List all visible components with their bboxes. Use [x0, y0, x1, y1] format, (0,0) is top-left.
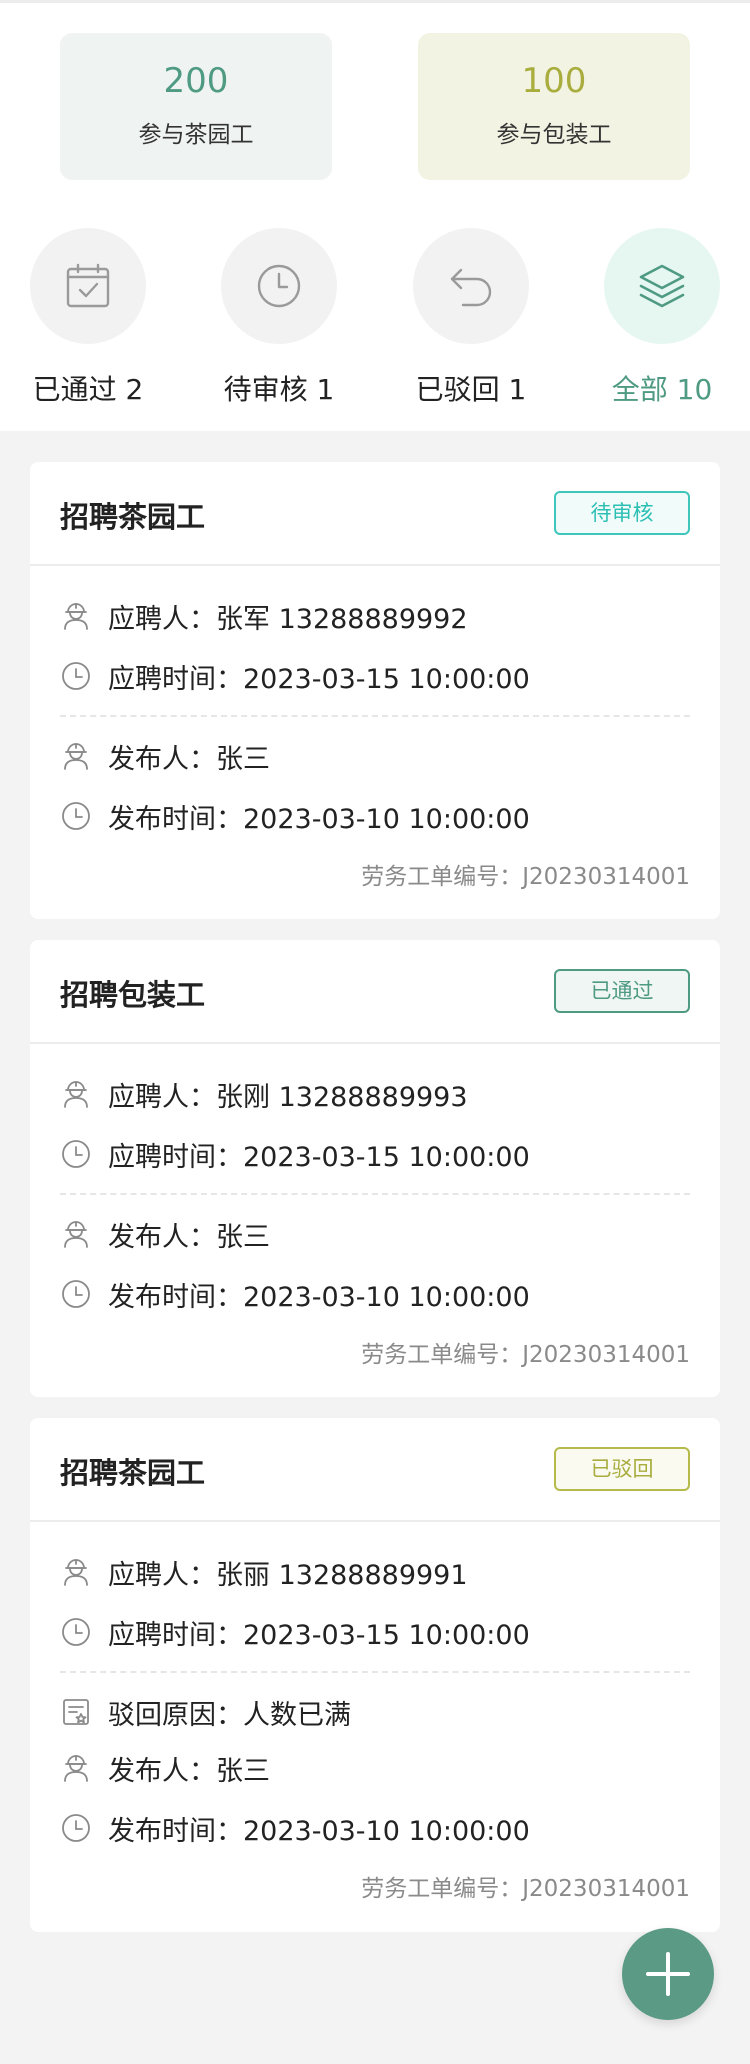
application-card[interactable]: 招聘茶园工 待审核 应聘人：张军 13288889992 应聘时间：2023-0… [30, 462, 720, 919]
clock-icon [60, 800, 92, 832]
document-icon [60, 1696, 92, 1728]
filter-rejected-label: 已驳回 1 [415, 373, 527, 406]
pack-worker-stat[interactable]: 100 参与包装工 [418, 33, 690, 180]
publisher-row: 发布人：张三 [60, 1214, 270, 1254]
applicant-text: 应聘人：张军 13288889992 [108, 603, 468, 635]
calendar-check-icon [66, 263, 110, 308]
card-header: 招聘茶园工 待审核 [30, 462, 720, 566]
clock-icon [60, 1278, 92, 1310]
publisher-row: 发布人：张三 [60, 736, 270, 776]
publish-time-text: 发布时间：2023-03-10 10:00:00 [108, 803, 530, 835]
apply-time-row: 应聘时间：2023-03-15 10:00:00 [60, 656, 530, 696]
application-card[interactable]: 招聘包装工 已通过 应聘人：张刚 13288889993 应聘时间：2023-0… [30, 940, 720, 1397]
worker-icon [60, 1218, 92, 1250]
order-number: 劳务工单编号：J20230314001 [361, 864, 690, 890]
applicant-row: 应聘人：张刚 13288889993 [60, 1074, 468, 1114]
status-badge: 已驳回 [554, 1447, 690, 1491]
tea-worker-count: 200 [163, 61, 229, 101]
publish-time-row: 发布时间：2023-03-10 10:00:00 [60, 796, 530, 836]
apply-time-text: 应聘时间：2023-03-15 10:00:00 [108, 663, 530, 695]
filter-pending-label: 待审核 1 [223, 373, 335, 406]
publish-time-text: 发布时间：2023-03-10 10:00:00 [108, 1815, 530, 1847]
applicant-row: 应聘人：张丽 13288889991 [60, 1552, 468, 1592]
worker-icon [60, 600, 92, 632]
filter-pending-circle[interactable] [221, 228, 337, 344]
worker-icon [60, 1752, 92, 1784]
status-badge: 已通过 [554, 969, 690, 1013]
add-button[interactable] [622, 1928, 714, 2020]
application-card[interactable]: 招聘茶园工 已驳回 应聘人：张丽 13288889991 应聘时间：2023-0… [30, 1418, 720, 1932]
applicant-row: 应聘人：张军 13288889992 [60, 596, 468, 636]
filter-rejected-circle[interactable] [413, 228, 529, 344]
card-header: 招聘包装工 已通过 [30, 940, 720, 1044]
clock-icon [257, 264, 301, 308]
order-number: 劳务工单编号：J20230314001 [361, 1876, 690, 1902]
filter-passed-circle[interactable] [30, 228, 146, 344]
tea-worker-stat[interactable]: 200 参与茶园工 [60, 33, 332, 180]
publisher-text: 发布人：张三 [108, 1221, 270, 1253]
filter-pending[interactable]: 待审核 1 [199, 228, 359, 408]
publish-time-row: 发布时间：2023-03-10 10:00:00 [60, 1274, 530, 1314]
card-header: 招聘茶园工 已驳回 [30, 1418, 720, 1522]
filter-all-label: 全部 10 [611, 373, 713, 406]
apply-time-row: 应聘时间：2023-03-15 10:00:00 [60, 1612, 530, 1652]
pack-worker-count: 100 [521, 61, 587, 101]
status-badge: 待审核 [554, 491, 690, 535]
worker-icon [60, 1078, 92, 1110]
divider [60, 1671, 690, 1673]
reject-reason-text: 驳回原因：人数已满 [108, 1699, 351, 1731]
filter-rejected[interactable]: 已驳回 1 [391, 228, 551, 408]
card-title: 招聘茶园工 [60, 1456, 206, 1490]
apply-time-text: 应聘时间：2023-03-15 10:00:00 [108, 1619, 530, 1651]
filter-passed-label: 已通过 2 [32, 373, 144, 406]
worker-icon [60, 1556, 92, 1588]
divider [60, 1193, 690, 1195]
worker-icon [60, 740, 92, 772]
apply-time-text: 应聘时间：2023-03-15 10:00:00 [108, 1141, 530, 1173]
publish-time-row: 发布时间：2023-03-10 10:00:00 [60, 1808, 530, 1848]
order-number: 劳务工单编号：J20230314001 [361, 1342, 690, 1368]
pack-worker-label: 参与包装工 [496, 122, 612, 148]
clock-icon [60, 660, 92, 692]
divider [60, 715, 690, 717]
filter-all[interactable]: 全部 10 [582, 228, 742, 408]
card-title: 招聘包装工 [60, 978, 206, 1012]
clock-icon [60, 1812, 92, 1844]
filter-passed[interactable]: 已通过 2 [8, 228, 168, 408]
publisher-text: 发布人：张三 [108, 743, 270, 775]
clock-icon [60, 1616, 92, 1648]
reject-reason-row: 驳回原因：人数已满 [60, 1692, 351, 1732]
layers-icon [639, 264, 685, 308]
publish-time-text: 发布时间：2023-03-10 10:00:00 [108, 1281, 530, 1313]
publisher-row: 发布人：张三 [60, 1748, 270, 1788]
plus-icon [646, 1952, 690, 1996]
card-title: 招聘茶园工 [60, 500, 206, 534]
clock-icon [60, 1138, 92, 1170]
applicant-text: 应聘人：张丽 13288889991 [108, 1559, 468, 1591]
summary-panel: 200 参与茶园工 100 参与包装工 已通过 2 待审核 1 已驳回 1 全部… [0, 0, 750, 431]
undo-icon [450, 268, 492, 307]
publisher-text: 发布人：张三 [108, 1755, 270, 1787]
applicant-text: 应聘人：张刚 13288889993 [108, 1081, 468, 1113]
apply-time-row: 应聘时间：2023-03-15 10:00:00 [60, 1134, 530, 1174]
filter-all-circle[interactable] [604, 228, 720, 344]
tea-worker-label: 参与茶园工 [138, 122, 254, 148]
